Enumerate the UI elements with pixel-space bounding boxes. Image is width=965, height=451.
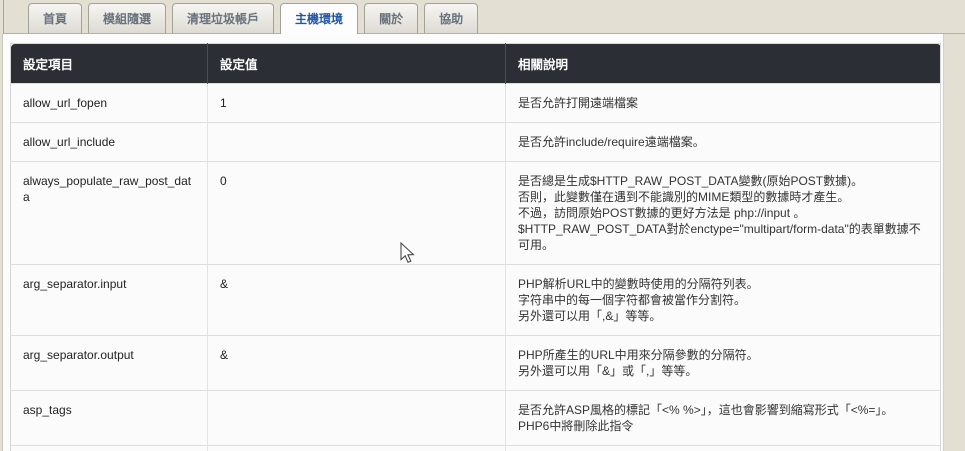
header-setting-value: 設定值 [208, 44, 506, 84]
setting-name: arg_separator.output [11, 336, 208, 391]
tab-home[interactable]: 首頁 [28, 3, 82, 33]
tab-help[interactable]: 協助 [424, 3, 478, 33]
setting-value [208, 391, 506, 446]
tab-bar: 首頁模組隨選清理垃圾帳戶主機環境關於協助 [4, 0, 965, 34]
table-row: allow_url_include 是否允許include/require遠端檔案… [11, 123, 941, 162]
setting-value: 1 [208, 84, 506, 123]
setting-description: 是否允許include/require遠端檔案。 [506, 123, 941, 162]
setting-description: PHP所產生的URL中用來分隔參數的分隔符。另外還可以用「&」或「,」等等。 [506, 336, 941, 391]
table-row: allow_url_fopen1 是否允許打開遠端檔案 [11, 84, 941, 123]
setting-value: & [208, 336, 506, 391]
description-line: 字符串中的每一個字符都會被當作分割符。 [518, 292, 928, 308]
description-line: 否則，此變數僅在遇到不能識別的MIME類型的數據時才產生。 [518, 189, 928, 205]
description-line: PHP所產生的URL中用來分隔參數的分隔符。 [518, 347, 928, 363]
description-line: 不過，訪問原始POST數據的更好方法是 php://input 。 [518, 205, 928, 221]
description-line: 是否允許ASP風格的標記「<% %>」，這也會影響到縮寫形式「<%=」。 [518, 402, 928, 418]
settings-table: 設定項目 設定值 相關說明 allow_url_fopen1是否允許打開遠端檔案… [10, 43, 941, 451]
description-line: 是否允許打開遠端檔案 [518, 95, 928, 111]
table-row: arg_separator.input&PHP解析URL中的變數時使用的分隔符列… [11, 265, 941, 336]
description-line: PHP6中將刪除此指令 [518, 418, 928, 434]
description-line: 另外還可以用「,&」等等。 [518, 308, 928, 324]
tab-about[interactable]: 關於 [364, 3, 418, 33]
tab-modules-on-demand[interactable]: 模組隨選 [88, 3, 166, 33]
setting-description: 是否總是生成$HTTP_RAW_POST_DATA變數(原始POST數據)。否則… [506, 162, 941, 265]
description-line: 是否總是生成$HTTP_RAW_POST_DATA變數(原始POST數據)。 [518, 173, 928, 189]
setting-name: assert.active [11, 446, 208, 451]
table-row: asp_tags 是否允許ASP風格的標記「<% %>」，這也會影響到縮寫形式「<… [11, 391, 941, 446]
setting-name: asp_tags [11, 391, 208, 446]
setting-name: allow_url_fopen [11, 84, 208, 123]
header-description: 相關說明 [506, 44, 941, 84]
table-row: assert.active1是否啟用assert()斷言評估 [11, 446, 941, 451]
table-row: always_populate_raw_post_data0是否總是生成$HTT… [11, 162, 941, 265]
setting-description: 是否允許打開遠端檔案 [506, 84, 941, 123]
tab-host-environment[interactable]: 主機環境 [280, 3, 358, 34]
setting-description: 是否啟用assert()斷言評估 [506, 446, 941, 451]
header-setting-item: 設定項目 [11, 44, 208, 84]
setting-description: PHP解析URL中的變數時使用的分隔符列表。字符串中的每一個字符都會被當作分割符… [506, 265, 941, 336]
settings-table-body: allow_url_fopen1是否允許打開遠端檔案allow_url_incl… [11, 84, 941, 451]
description-line: 另外還可以用「&」或「,」等等。 [518, 363, 928, 379]
setting-value: & [208, 265, 506, 336]
setting-name: always_populate_raw_post_data [11, 162, 208, 265]
description-line: 是否允許include/require遠端檔案。 [518, 134, 928, 150]
table-header-row: 設定項目 設定值 相關說明 [11, 44, 941, 84]
description-line: PHP解析URL中的變數時使用的分隔符列表。 [518, 276, 928, 292]
setting-name: arg_separator.input [11, 265, 208, 336]
content-panel: 設定項目 設定值 相關說明 allow_url_fopen1是否允許打開遠端檔案… [2, 34, 944, 451]
setting-value: 0 [208, 162, 506, 265]
table-row: arg_separator.output&PHP所產生的URL中用來分隔參數的分… [11, 336, 941, 391]
setting-description: 是否允許ASP風格的標記「<% %>」，這也會影響到縮寫形式「<%=」。PHP6… [506, 391, 941, 446]
setting-value: 1 [208, 446, 506, 451]
setting-value [208, 123, 506, 162]
setting-name: allow_url_include [11, 123, 208, 162]
tab-clean-junk-accounts[interactable]: 清理垃圾帳戶 [172, 3, 274, 33]
description-line: $HTTP_RAW_POST_DATA對於enctype="multipart/… [518, 221, 928, 253]
